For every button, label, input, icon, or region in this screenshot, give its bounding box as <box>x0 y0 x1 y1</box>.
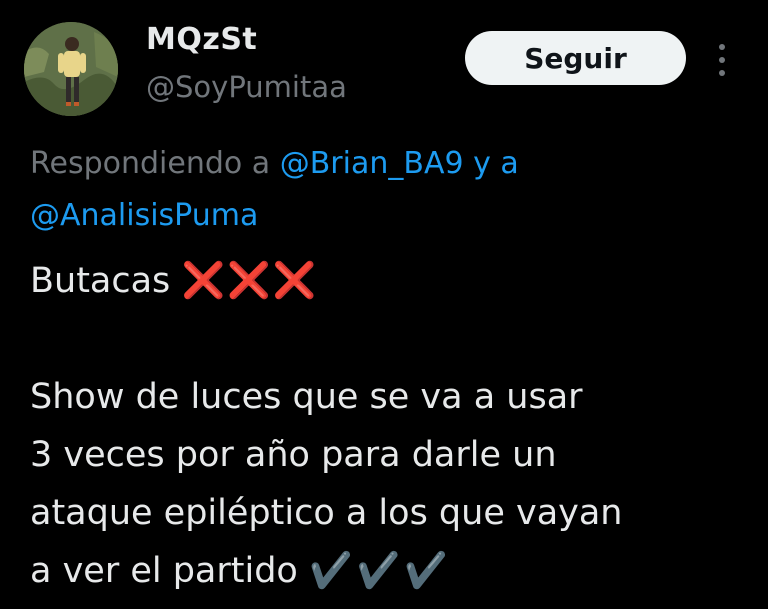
display-name[interactable]: MQzSt <box>146 22 257 57</box>
tweet-line: a ver el partido ✔️✔️✔️ <box>30 551 452 591</box>
tweet-line: Butacas ❌❌❌ <box>30 261 319 301</box>
reply-context: Respondiendo a @Brian_BA9 y a @AnalisisP… <box>30 138 730 242</box>
tweet-text: Butacas ❌❌❌ Show de luces que se va a us… <box>30 252 750 600</box>
cross-mark-emoji: ❌❌❌ <box>181 261 319 301</box>
check-mark-emoji: ✔️✔️✔️ <box>309 551 452 591</box>
tweet-line: Show de luces que se va a usar <box>30 377 583 417</box>
reply-joiner[interactable]: y a <box>473 146 519 181</box>
user-handle[interactable]: @SoyPumitaa <box>146 70 347 104</box>
reply-prefix: Respondiendo a <box>30 146 271 181</box>
avatar[interactable] <box>24 22 118 116</box>
tweet-line: 3 veces por año para darle un <box>30 435 557 475</box>
tweet-line: ataque epiléptico a los que vayan <box>30 493 623 533</box>
mention-link-analisis[interactable]: @AnalisisPuma <box>30 198 258 233</box>
follow-button[interactable]: Seguir <box>465 31 686 85</box>
mention-link-brian[interactable]: @Brian_BA9 <box>280 146 464 181</box>
more-vertical-icon[interactable] <box>712 40 732 80</box>
